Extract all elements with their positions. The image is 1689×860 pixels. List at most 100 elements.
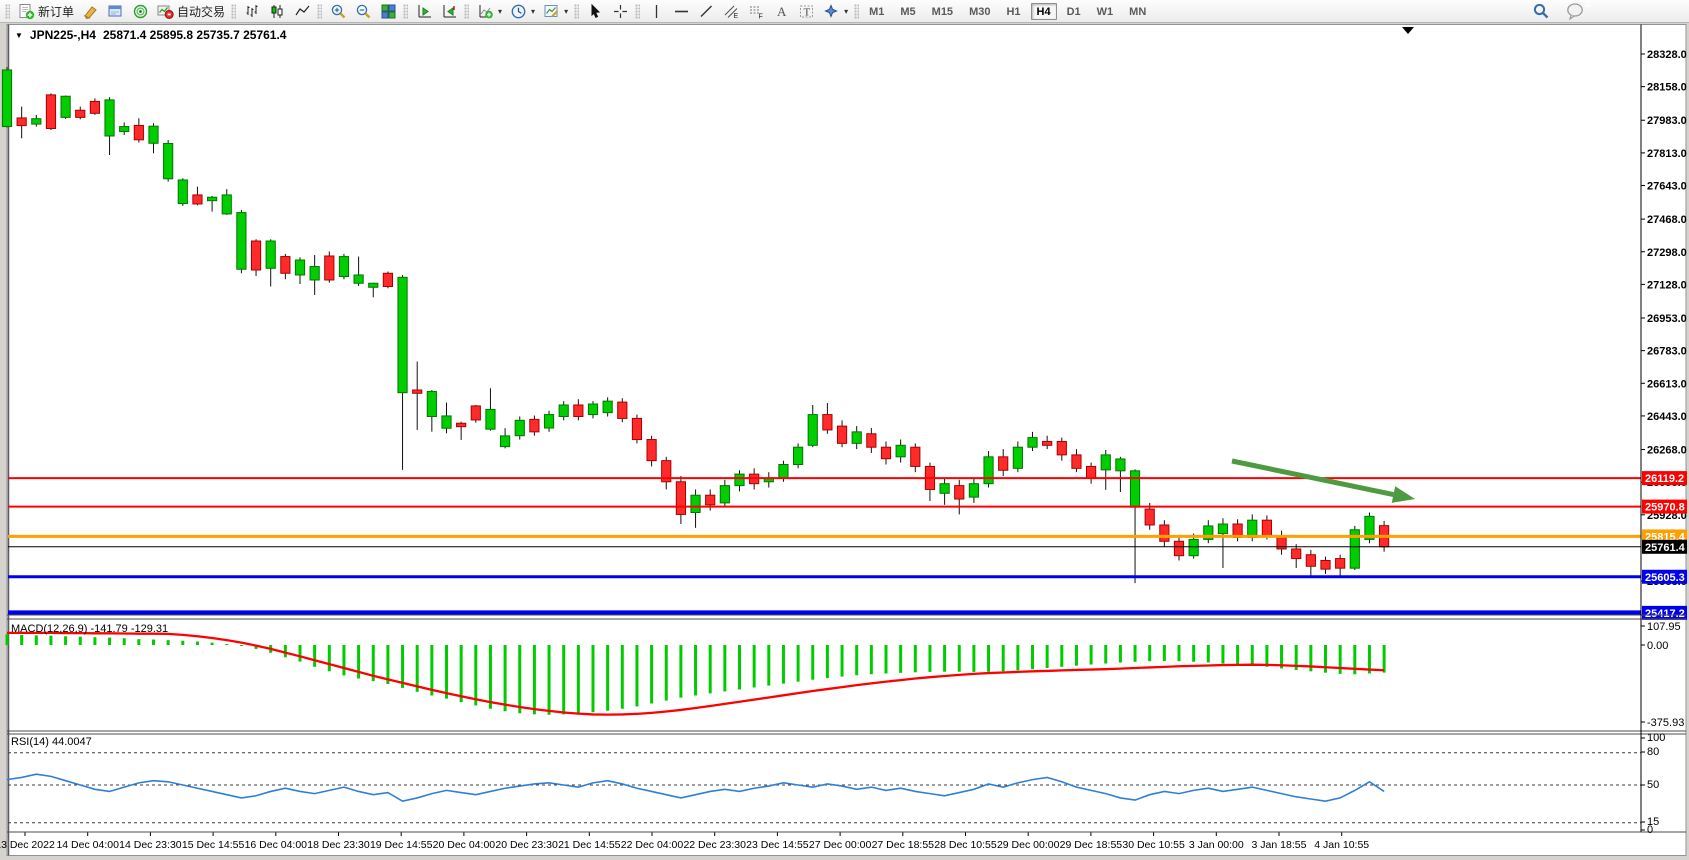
search-button[interactable] <box>1528 1 1554 21</box>
timeframe-button-m1[interactable]: M1 <box>863 3 890 20</box>
zoom-out-icon <box>355 3 372 20</box>
indicators-icon <box>477 3 494 20</box>
candlestick-type-button[interactable] <box>265 1 290 21</box>
svg-text:27983.0: 27983.0 <box>1647 115 1687 127</box>
market-signal-icon <box>132 3 149 20</box>
search-icon <box>1532 2 1550 20</box>
svg-text:50: 50 <box>1647 779 1659 791</box>
candle <box>105 100 114 136</box>
tile-windows-button[interactable] <box>376 1 401 21</box>
chart-window[interactable]: 28328.028158.027983.027813.027643.027468… <box>0 24 1689 860</box>
candle <box>1292 549 1301 559</box>
candle <box>310 267 319 280</box>
templates-button[interactable]: ▾ <box>539 1 572 21</box>
bar-chart-type-button[interactable] <box>240 1 265 21</box>
autotrading-label: 自动交易 <box>177 3 225 20</box>
bar-chart-icon <box>244 3 261 20</box>
timeframe-button-d1[interactable]: D1 <box>1061 3 1087 20</box>
candle <box>632 418 641 439</box>
toolbar-grip <box>5 4 10 19</box>
candle <box>149 126 158 143</box>
rsi-indicator-label: RSI(14) 44.0047 <box>11 736 92 748</box>
timeframe-button-mn[interactable]: MN <box>1123 3 1152 20</box>
timeframe-button-m15[interactable]: M15 <box>926 3 959 20</box>
templates-dropdown-caret[interactable]: ▾ <box>564 7 568 16</box>
gold-pencil-button[interactable] <box>78 1 103 21</box>
svg-text:26783.0: 26783.0 <box>1647 346 1687 358</box>
new-order-button[interactable]: 新订单 <box>14 1 78 21</box>
periods-dropdown-caret[interactable]: ▾ <box>531 7 535 16</box>
line-chart-type-button[interactable] <box>290 1 315 21</box>
new-order-icon <box>18 3 35 20</box>
cursor-tool-button[interactable] <box>583 1 608 21</box>
candle <box>867 434 876 447</box>
candle <box>999 457 1008 470</box>
candle <box>1130 471 1139 507</box>
candle <box>354 275 363 283</box>
timeframe-button-h4[interactable]: H4 <box>1031 3 1057 20</box>
svg-text:28 Dec 10:55: 28 Dec 10:55 <box>934 839 997 851</box>
svg-text:0: 0 <box>1647 824 1653 836</box>
candle <box>852 432 861 444</box>
svg-text:26443.0: 26443.0 <box>1647 411 1687 423</box>
shapes-icon <box>823 3 840 20</box>
candle <box>618 402 627 418</box>
svg-text:F: F <box>759 13 763 20</box>
timeframe-button-m5[interactable]: M5 <box>894 3 921 20</box>
svg-text:25605.3: 25605.3 <box>1645 572 1685 584</box>
notifications-chat-button[interactable]: 1 <box>1562 1 1589 21</box>
quote-header: ▼ JPN225-,H4 25871.4 25895.8 25735.7 257… <box>15 28 286 42</box>
periods-button[interactable]: ▾ <box>506 1 539 21</box>
text-tool-button[interactable]: A <box>769 1 794 21</box>
equidistant-channel-tool-button[interactable]: E <box>719 1 744 21</box>
svg-text:19 Dec 14:55: 19 Dec 14:55 <box>370 839 433 851</box>
candle <box>325 256 334 280</box>
candle <box>2 70 11 127</box>
arrows-shapes-button[interactable]: ▾ <box>819 1 852 21</box>
crosshair-tool-button[interactable] <box>608 1 633 21</box>
timeframe-button-h1[interactable]: H1 <box>1000 3 1026 20</box>
svg-text:3 Jan 18:55: 3 Jan 18:55 <box>1252 839 1307 851</box>
market-signal-button[interactable] <box>128 1 153 21</box>
chart-shift-button[interactable] <box>412 1 437 21</box>
trendline-tool-button[interactable] <box>694 1 719 21</box>
shapes-dropdown-caret[interactable]: ▾ <box>844 7 848 16</box>
candle <box>1336 559 1345 569</box>
horizontal-line-tool-button[interactable] <box>669 1 694 21</box>
gold-pencil-icon <box>82 3 99 20</box>
svg-text:13 Dec 2022: 13 Dec 2022 <box>0 839 55 851</box>
zoom-out-button[interactable] <box>351 1 376 21</box>
templates-icon <box>543 3 560 20</box>
terminal-window-button[interactable] <box>103 1 128 21</box>
svg-text:22 Dec 23:30: 22 Dec 23:30 <box>683 839 746 851</box>
indicators-button[interactable]: ▾ <box>473 1 506 21</box>
zoom-in-button[interactable] <box>326 1 351 21</box>
svg-text:20 Dec 23:30: 20 Dec 23:30 <box>495 839 558 851</box>
autotrading-button[interactable]: 自动交易 <box>153 1 229 21</box>
svg-text:16 Dec 04:00: 16 Dec 04:00 <box>245 839 308 851</box>
svg-text:25970.8: 25970.8 <box>1645 502 1685 514</box>
svg-text:28158.0: 28158.0 <box>1647 82 1687 94</box>
timeframe-button-m30[interactable]: M30 <box>963 3 996 20</box>
candle <box>237 213 246 270</box>
toolbar-grip <box>403 4 408 19</box>
vertical-line-tool-button[interactable] <box>644 1 669 21</box>
candle <box>530 419 539 431</box>
candle <box>808 415 817 446</box>
indicators-dropdown-caret[interactable]: ▾ <box>498 7 502 16</box>
quote-ohlc-values: 25871.4 25895.8 25735.7 25761.4 <box>103 28 287 42</box>
text-label-tool-button[interactable]: T <box>794 1 819 21</box>
toolbar-grip <box>317 4 322 19</box>
candle <box>779 464 788 477</box>
svg-text:29 Dec 00:00: 29 Dec 00:00 <box>997 839 1060 851</box>
candle <box>720 486 729 503</box>
candle <box>1145 509 1154 525</box>
auto-scroll-button[interactable] <box>437 1 462 21</box>
chart-canvas[interactable]: 28328.028158.027983.027813.027643.027468… <box>0 24 1689 860</box>
timeframe-button-w1[interactable]: W1 <box>1091 3 1120 20</box>
symbol-dropdown-triangle-icon[interactable]: ▼ <box>15 31 23 40</box>
fibonacci-tool-button[interactable]: F <box>744 1 769 21</box>
candle <box>1072 455 1081 468</box>
cursor-icon <box>587 3 604 20</box>
candle <box>164 143 173 178</box>
